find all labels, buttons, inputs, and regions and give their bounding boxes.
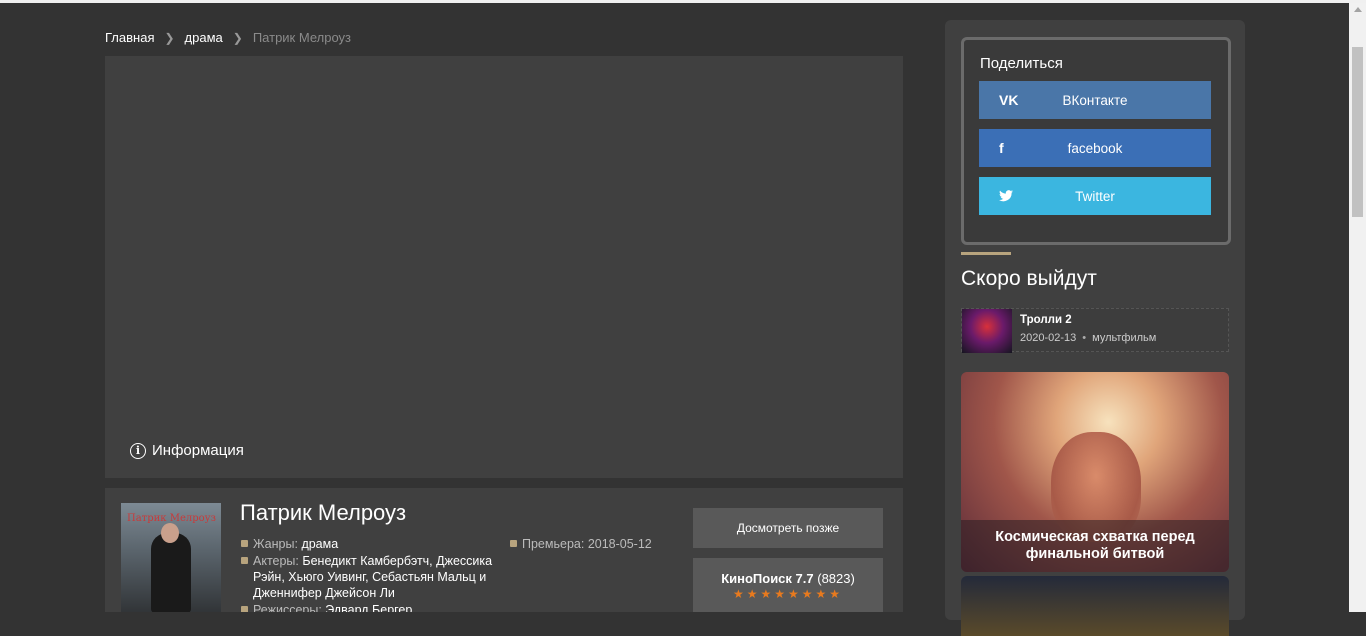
scroll-up-arrow-icon[interactable] — [1354, 7, 1362, 12]
featured-caption[interactable]: Космическая схватка перед финальной битв… — [961, 520, 1229, 572]
film-title: Патрик Мелроуз — [240, 500, 407, 525]
window-top-border — [0, 0, 1366, 3]
directors-label: Режиссеры: — [253, 603, 322, 612]
premiere-label: Премьера: — [522, 537, 585, 551]
directors-value[interactable]: Эдвард Бергер — [325, 603, 412, 612]
sidebar: Поделиться VK ВКонтакте f facebook Twitt… — [945, 20, 1245, 636]
soon-item-date: 2020-02-13 — [1020, 332, 1077, 344]
twitter-icon — [999, 177, 1013, 215]
list-item[interactable]: Тролли 2 2020-02-13 • мультфильм — [961, 308, 1229, 353]
chevron-right-icon: ❯ — [164, 30, 175, 45]
share-twitter-label: Twitter — [1075, 188, 1115, 204]
breadcrumb: Главная ❯ драма ❯ Патрик Мелроуз — [105, 30, 351, 45]
featured-card[interactable]: Космическая схватка перед финальной битв… — [961, 372, 1229, 572]
soon-item-meta: 2020-02-13 • мультфильм — [1020, 332, 1156, 344]
genre-link[interactable]: драма — [301, 537, 338, 551]
kinopoisk-rating: КиноПоиск 7.7 (8823) ★★★★★★★★ — [693, 558, 883, 612]
poster-figure — [151, 533, 191, 612]
section-accent-line — [961, 252, 1011, 255]
bullet-marker — [241, 540, 248, 547]
kinopoisk-label: КиноПоиск 7.7 — [721, 571, 814, 586]
directors-row: Режиссеры: Эдвард Бергер — [241, 602, 412, 612]
bullet-marker — [241, 557, 248, 564]
share-vk-button[interactable]: VK ВКонтакте — [979, 81, 1211, 119]
info-button[interactable]: i Информация — [130, 442, 244, 459]
page-scrollbar[interactable] — [1349, 3, 1366, 612]
soon-title: Скоро выйдут — [961, 267, 1097, 290]
film-poster[interactable]: Патрик Мелроуз — [121, 503, 221, 612]
soon-item-genre: мультфильм — [1092, 332, 1157, 344]
info-label: Информация — [152, 442, 244, 459]
genres-label: Жанры: — [253, 537, 298, 551]
watch-later-button[interactable]: Досмотреть позже — [693, 508, 883, 548]
actors-label: Актеры: — [253, 554, 299, 568]
info-icon: i — [130, 442, 146, 459]
share-twitter-button[interactable]: Twitter — [979, 177, 1211, 215]
featured-card-next[interactable] — [961, 576, 1229, 636]
premiere-value: 2018-05-12 — [587, 537, 652, 551]
bullet-marker — [241, 606, 248, 612]
breadcrumb-current: Патрик Мелроуз — [252, 30, 351, 45]
share-facebook-button[interactable]: f facebook — [979, 129, 1211, 167]
poster-face — [161, 523, 179, 543]
bullet-marker — [510, 540, 517, 547]
share-vk-label: ВКонтакте — [1062, 92, 1128, 108]
kinopoisk-rating-text: КиноПоиск 7.7 (8823) — [693, 571, 883, 586]
scrollbar-thumb[interactable] — [1352, 47, 1363, 217]
share-title: Поделиться — [980, 55, 1063, 72]
facebook-icon: f — [999, 140, 1004, 156]
kinopoisk-votes: (8823) — [817, 571, 855, 586]
rating-stars-icon[interactable]: ★★★★★★★★ — [693, 587, 883, 601]
chevron-right-icon: ❯ — [232, 30, 243, 45]
dot-separator: • — [1082, 332, 1087, 344]
video-player[interactable]: i Информация — [105, 56, 903, 478]
soon-item-title[interactable]: Тролли 2 — [1020, 314, 1072, 326]
share-block: Поделиться VK ВКонтакте f facebook Twitt… — [961, 37, 1231, 245]
premiere-row: Премьера: 2018-05-12 — [510, 536, 652, 552]
vk-icon: VK — [999, 92, 1019, 108]
actors-row: Актеры: Бенедикт Камбербэтч, Джессика Рэ… — [241, 553, 498, 601]
film-details-panel: Патрик Мелроуз Патрик Мелроуз Жанры: дра… — [105, 488, 903, 612]
genres-row: Жанры: драма — [241, 536, 338, 552]
soon-item-thumbnail[interactable] — [962, 309, 1012, 353]
breadcrumb-genre-link[interactable]: драма — [185, 30, 223, 45]
share-facebook-label: facebook — [1067, 140, 1123, 156]
breadcrumb-home-link[interactable]: Главная — [105, 30, 154, 45]
